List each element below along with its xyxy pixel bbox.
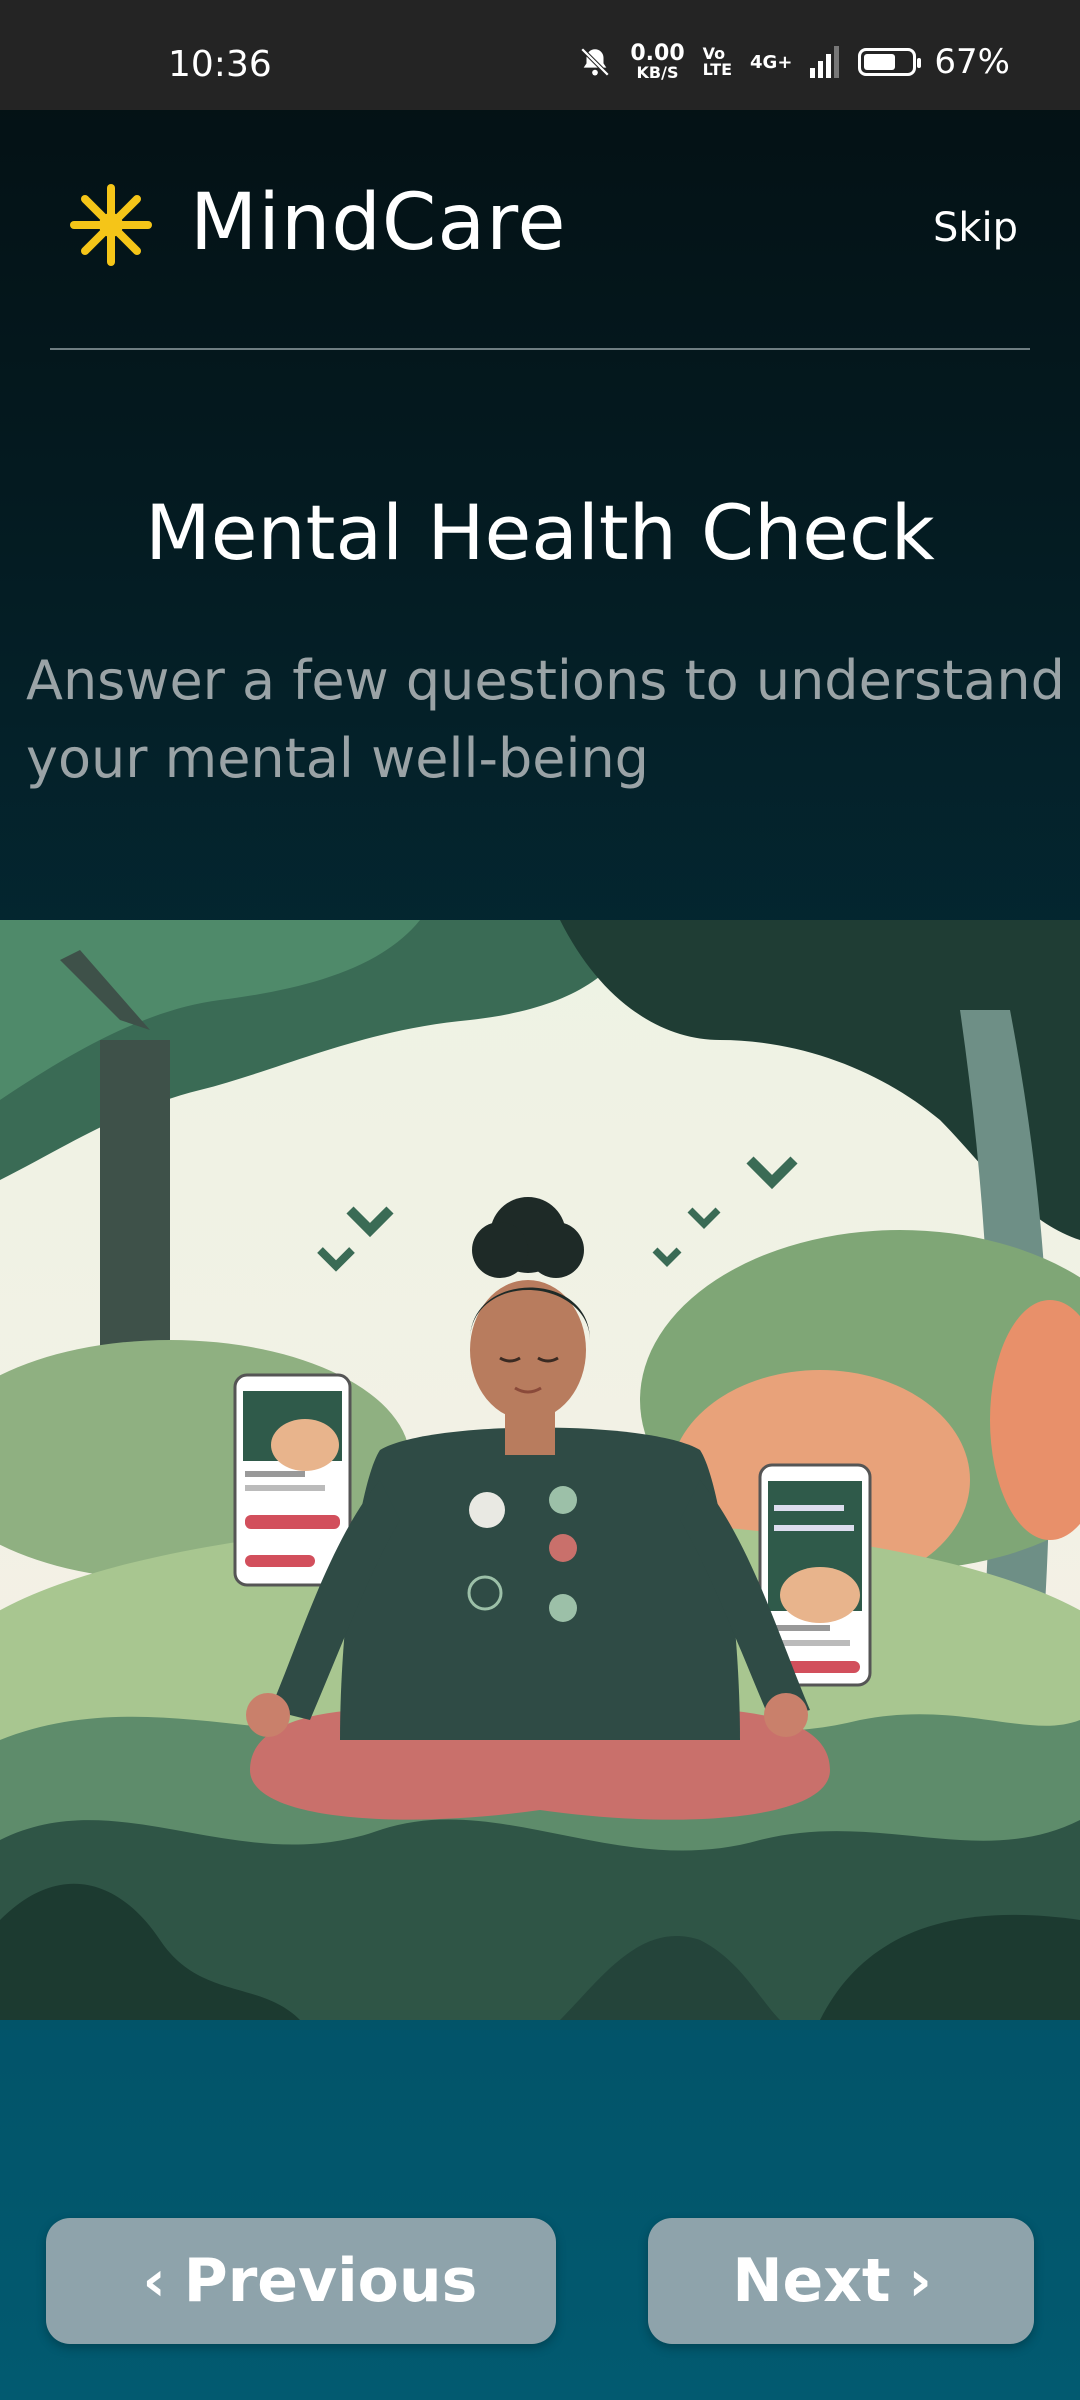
meditation-illustration <box>0 920 1080 2020</box>
net-speed-unit: KB/S <box>636 63 679 82</box>
onboarding-screen: 10:36 0.00 KB/S Vo LTE 4G+ 67% MindCare … <box>0 0 1080 2400</box>
next-button[interactable]: Next › <box>648 2218 1034 2344</box>
previous-button[interactable]: ‹ Previous <box>46 2218 556 2344</box>
page-title: Mental Health Check <box>145 488 935 577</box>
signal-icon <box>810 46 840 78</box>
asterisk-sun-icon <box>70 184 152 266</box>
status-icons: 0.00 KB/S Vo LTE 4G+ 67% <box>578 42 1010 82</box>
status-time: 10:36 <box>168 44 272 85</box>
battery-fill <box>864 54 896 70</box>
next-label: Next <box>732 2246 891 2316</box>
app-title: MindCare <box>190 178 567 268</box>
battery-icon <box>858 48 922 76</box>
app-header: MindCare Skip <box>0 110 1080 350</box>
page-subtitle: Answer a few questions to understand you… <box>26 649 1065 790</box>
skip-button[interactable]: Skip <box>933 205 1018 251</box>
chevron-right-icon: › <box>908 2248 932 2314</box>
mute-bell-icon <box>581 47 610 77</box>
chevron-left-icon: ‹ <box>142 2248 166 2314</box>
previous-label: Previous <box>183 2246 478 2316</box>
net-speed-value: 0.00 <box>630 41 685 66</box>
volte-indicator: Vo LTE <box>703 46 732 78</box>
net-speed: 0.00 KB/S <box>630 43 684 81</box>
header-divider <box>50 348 1030 350</box>
battery-percent: 67% <box>934 42 1010 82</box>
network-type: 4G+ <box>750 51 793 73</box>
status-bar: 10:36 0.00 KB/S Vo LTE 4G+ 67% <box>0 0 1080 110</box>
volte-bottom: LTE <box>702 60 733 79</box>
